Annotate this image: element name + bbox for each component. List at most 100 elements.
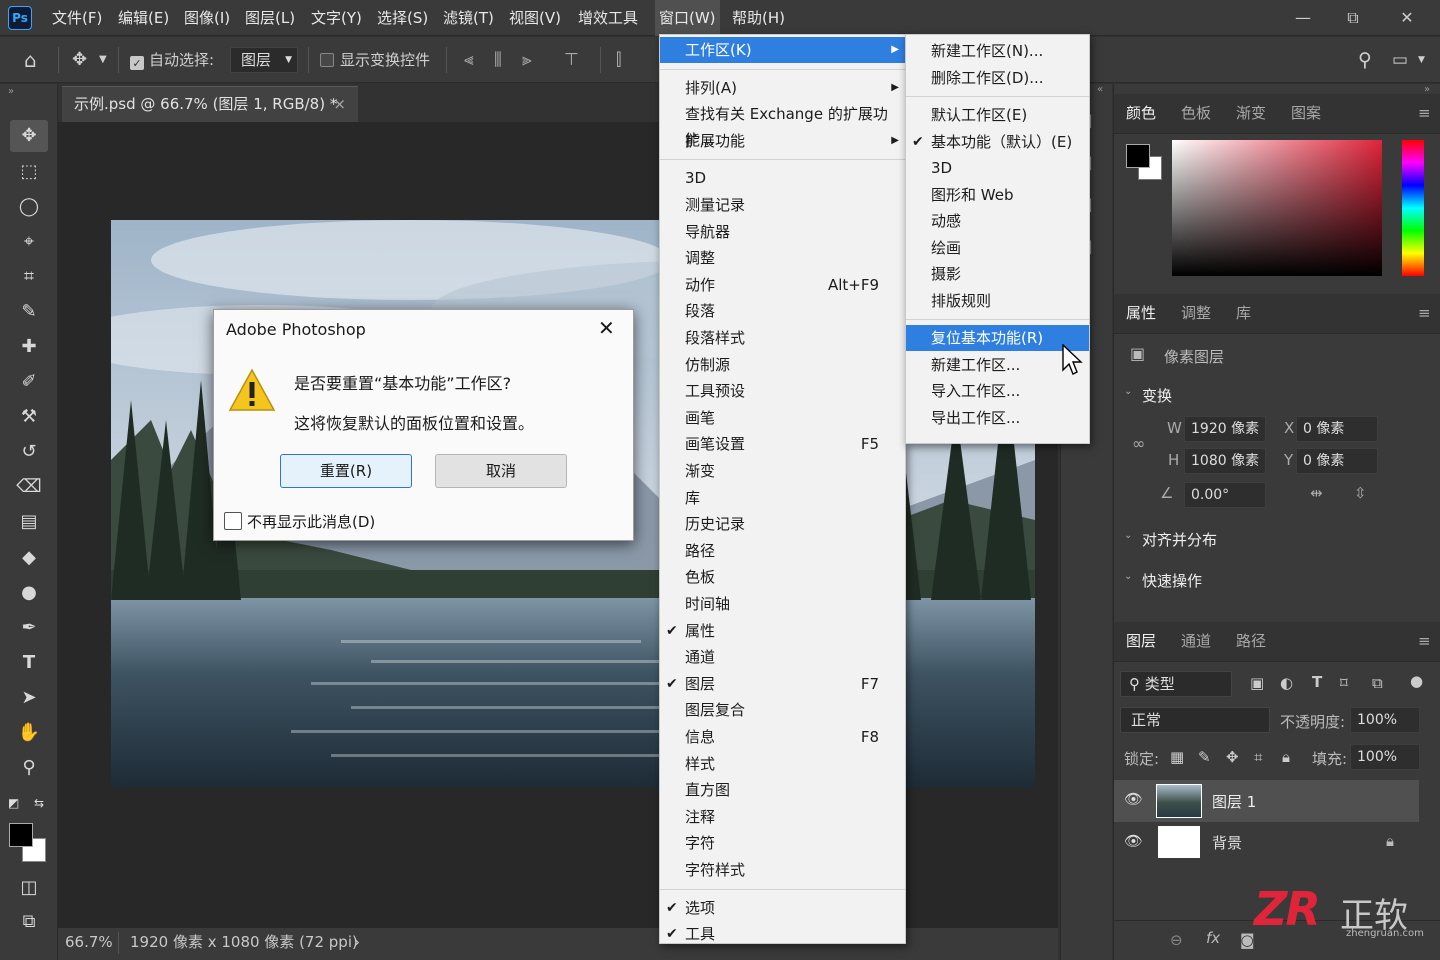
workspace-menu-item[interactable]: 动感 (906, 208, 1089, 234)
object-select-tool-icon[interactable]: ⌖ (10, 226, 48, 258)
y-field[interactable]: 0 像素 (1296, 448, 1378, 474)
path-select-icon[interactable]: ➤ (10, 682, 48, 714)
tab-libraries[interactable]: 库 (1236, 296, 1251, 330)
window-menu-item[interactable]: 渐变 (660, 458, 905, 484)
window-menu-item[interactable]: ✔ 选项 (660, 895, 905, 921)
window-menu-item[interactable]: 历史记录 (660, 511, 905, 537)
filter-shape-icon[interactable]: ⌑ (1340, 674, 1348, 692)
tab-swatches[interactable]: 色板 (1181, 96, 1211, 130)
filter-toggle-icon[interactable]: ● (1410, 672, 1423, 690)
collapse-icon[interactable]: « (1097, 84, 1103, 95)
blur-tool-icon[interactable]: ◆ (10, 542, 48, 574)
chevron-right-icon[interactable]: › (354, 928, 360, 956)
window-menu-item[interactable]: 时间轴 (660, 591, 905, 617)
foreground-color-swatch[interactable] (1126, 144, 1150, 168)
visibility-eye-icon[interactable]: 👁︎ (1124, 832, 1143, 850)
workspace-menu-item[interactable]: 3D (906, 155, 1089, 181)
window-menu-item[interactable]: 画笔设置 F5 (660, 431, 905, 457)
cancel-button[interactable]: 取消 (435, 454, 567, 488)
eyedropper-tool-icon[interactable]: ✎ (10, 296, 48, 328)
menu-plugins[interactable]: 增效工具 (576, 0, 640, 36)
tab-patterns[interactable]: 图案 (1291, 96, 1321, 130)
hue-slider[interactable] (1402, 140, 1424, 276)
clone-stamp-icon[interactable]: ⚒ (10, 401, 48, 433)
hand-tool-icon[interactable]: ✋ (10, 717, 48, 749)
menu-image[interactable]: 图像(I) (182, 0, 232, 36)
angle-field[interactable]: 0.00° (1184, 482, 1266, 508)
window-menu-item[interactable]: 字符样式 (660, 857, 905, 883)
link-icon[interactable]: ∞ (1132, 434, 1145, 453)
layer-name[interactable]: 背景 (1212, 832, 1242, 853)
tab-adjustments[interactable]: 调整 (1181, 296, 1211, 330)
workspace-menu-item[interactable]: 默认工作区(E) (906, 102, 1089, 128)
foreground-color-swatch[interactable] (9, 823, 33, 847)
window-menu-item[interactable]: 直方图 (660, 777, 905, 803)
layer-row-layer1[interactable]: 👁︎ 图层 1 (1114, 780, 1419, 822)
window-menu-item[interactable]: 路径 (660, 538, 905, 564)
color-field[interactable] (1172, 140, 1382, 276)
tab-properties[interactable]: 属性 (1126, 296, 1156, 330)
window-menu-item[interactable]: 调整 (660, 245, 905, 271)
window-menu-item[interactable]: 导航器 (660, 219, 905, 245)
quick-actions-title[interactable]: 快速操作 (1142, 570, 1202, 591)
quick-mask-icon[interactable]: ◫ (10, 872, 48, 904)
align-center-icon[interactable]: ⫼ (494, 37, 502, 83)
workspace-menu-item[interactable]: 导出工作区... (906, 405, 1089, 431)
filter-type-icon[interactable]: T (1312, 673, 1322, 691)
add-mask-icon[interactable]: ◙ (1240, 931, 1255, 949)
transform-section-title[interactable]: 变换 (1142, 385, 1172, 406)
window-menu-item[interactable]: 色板 (660, 564, 905, 590)
auto-select-dropdown[interactable]: 图层 ▼ (230, 47, 298, 73)
window-menu-item[interactable]: 动作 Alt+F9 (660, 272, 905, 298)
fill-field[interactable]: 100% (1350, 744, 1420, 770)
workspace-menu-item[interactable]: 排版规则 (906, 288, 1089, 314)
close-tab-icon[interactable]: × (333, 87, 346, 121)
home-icon[interactable]: ⌂ (24, 37, 37, 83)
workspace-icon[interactable]: ▭ (1392, 37, 1408, 83)
chevron-down-icon[interactable]: ⌄ (1124, 571, 1132, 582)
opacity-field[interactable]: 100% (1350, 707, 1420, 733)
window-menu-item[interactable]: 信息 F8 (660, 724, 905, 750)
tab-color[interactable]: 颜色 (1126, 96, 1156, 130)
panel-menu-icon[interactable]: ≡ (1418, 104, 1431, 122)
menu-view[interactable]: 视图(V) (507, 0, 563, 36)
gradient-tool-icon[interactable]: ▤ (10, 506, 48, 538)
dont-show-checkbox[interactable] (224, 512, 242, 530)
lock-all-icon[interactable]: 🔒︎ (1282, 748, 1290, 766)
window-menu-item[interactable]: 排列(A) ▶ (660, 75, 905, 101)
tab-gradients[interactable]: 渐变 (1236, 96, 1266, 130)
x-field[interactable]: 0 像素 (1296, 416, 1378, 442)
menu-layer[interactable]: 图层(L) (243, 0, 297, 36)
crop-tool-icon[interactable]: ⌗ (10, 261, 48, 293)
type-tool-icon[interactable]: T (10, 647, 48, 679)
menu-help[interactable]: 帮助(H) (730, 0, 787, 36)
pen-tool-icon[interactable]: ✒ (10, 612, 48, 644)
height-field[interactable]: 1080 像素 (1184, 448, 1266, 474)
flip-horizontal-icon[interactable]: ⇹ (1310, 484, 1323, 502)
filter-smart-object-icon[interactable]: ⧉ (1372, 674, 1383, 692)
tab-layers[interactable]: 图层 (1126, 624, 1156, 658)
panel-menu-icon[interactable]: ≡ (1418, 632, 1431, 650)
window-menu-item[interactable]: 测量记录 (660, 192, 905, 218)
lock-transparency-icon[interactable]: ▦ (1170, 748, 1184, 766)
window-menu-item[interactable]: 通道 (660, 644, 905, 670)
default-colors-icon[interactable]: ◩ (8, 796, 19, 810)
close-window-button[interactable]: ✕ (1380, 0, 1434, 36)
tab-channels[interactable]: 通道 (1181, 624, 1211, 658)
workspace-menu-item[interactable]: 图形和 Web (906, 182, 1089, 208)
window-menu-item[interactable]: 段落样式 (660, 325, 905, 351)
fx-icon[interactable]: fx (1206, 929, 1220, 947)
workspace-menu-item[interactable]: 删除工作区(D)... (906, 65, 1089, 91)
window-menu-item[interactable]: 库 (660, 485, 905, 511)
window-menu-item[interactable]: 图层复合 (660, 697, 905, 723)
visibility-eye-icon[interactable]: 👁︎ (1124, 790, 1143, 808)
window-menu-item[interactable]: 查找有关 Exchange 的扩展功能... (660, 101, 905, 149)
zoom-tool-icon[interactable]: ⚲ (10, 752, 48, 784)
link-layers-icon[interactable]: ⊖ (1170, 931, 1183, 949)
align-left-icon[interactable]: ⫷ (464, 37, 474, 83)
workspace-menu-item[interactable]: 导入工作区... (906, 378, 1089, 404)
layer-row-background[interactable]: 👁︎ 背景 🔒︎ (1114, 822, 1419, 862)
window-menu-item[interactable]: 工作区(K) ▶ (660, 37, 905, 63)
eraser-tool-icon[interactable]: ⌫ (10, 471, 48, 503)
align-section-title[interactable]: 对齐并分布 (1142, 529, 1217, 550)
